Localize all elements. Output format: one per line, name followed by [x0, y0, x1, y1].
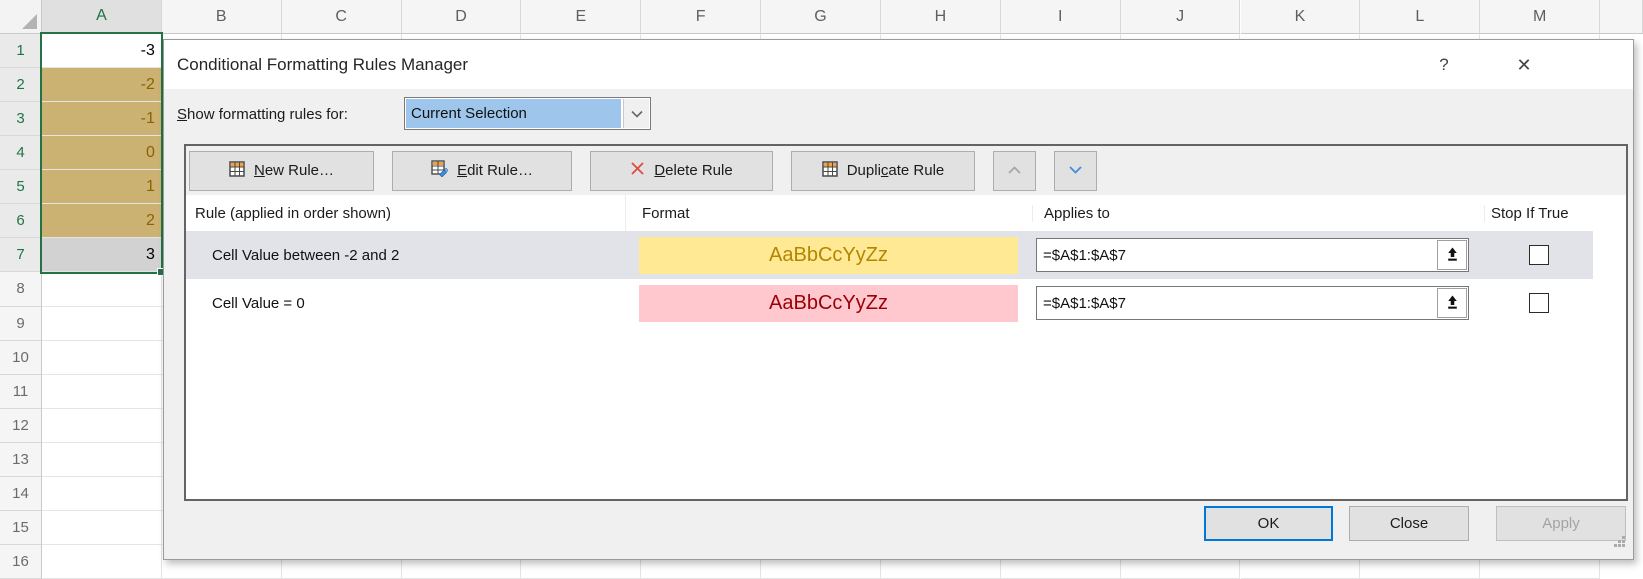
cell-A2[interactable]: -2 [42, 68, 162, 102]
table-icon [229, 161, 245, 181]
row-header-9[interactable]: 9 [0, 307, 42, 341]
help-button[interactable]: ? [1428, 49, 1460, 81]
column-header-B[interactable]: B [162, 0, 282, 34]
row-header-1[interactable]: 1 [0, 34, 42, 68]
apply-button[interactable]: Apply [1496, 506, 1626, 541]
applies-to-input[interactable]: =$A$1:$A$7 [1036, 286, 1469, 320]
applies-to-column-header: Applies to [1032, 205, 1484, 222]
dialog-titlebar[interactable]: Conditional Formatting Rules Manager [164, 40, 1633, 89]
rules-toolbar: New Rule… Edit Rule… Delete Rule Duplica… [186, 146, 1626, 195]
chevron-up-icon [1007, 162, 1022, 179]
column-header-H[interactable]: H [881, 0, 1001, 34]
column-header-M[interactable]: M [1480, 0, 1600, 34]
column-header-K[interactable]: K [1241, 0, 1361, 34]
rule-description: Cell Value between -2 and 2 [186, 247, 626, 264]
delete-rule-button[interactable]: Delete Rule [590, 151, 773, 191]
row-header-5[interactable]: 5 [0, 170, 42, 204]
cell-A12[interactable] [42, 409, 162, 443]
stop-if-true-checkbox[interactable] [1529, 293, 1549, 313]
column-header-J[interactable]: J [1121, 0, 1241, 34]
row-header-4[interactable]: 4 [0, 136, 42, 170]
cell-A9[interactable] [42, 307, 162, 341]
select-all-corner[interactable] [0, 0, 42, 34]
row-header-2[interactable]: 2 [0, 68, 42, 102]
row-header-3[interactable]: 3 [0, 102, 42, 136]
cell-A15[interactable] [42, 511, 162, 545]
column-header-I[interactable]: I [1001, 0, 1121, 34]
cell-A6[interactable]: 2 [42, 204, 162, 238]
row-header-12[interactable]: 12 [0, 409, 42, 443]
column-header-G[interactable]: G [761, 0, 881, 34]
rule-description: Cell Value = 0 [186, 295, 626, 312]
column-header-extra [1600, 0, 1643, 34]
ok-button[interactable]: OK [1204, 506, 1333, 541]
cell-A11[interactable] [42, 375, 162, 409]
range-picker-button[interactable] [1437, 288, 1467, 318]
delete-x-icon [630, 161, 645, 180]
row-header-11[interactable]: 11 [0, 375, 42, 409]
cell-A1[interactable]: -3 [42, 34, 162, 68]
stop-if-true-checkbox[interactable] [1529, 245, 1549, 265]
cf-rules-manager-dialog: Conditional Formatting Rules Manager ? ✕… [163, 39, 1634, 560]
close-button[interactable]: Close [1349, 506, 1469, 541]
cell-A5[interactable]: 1 [42, 170, 162, 204]
cell-A8[interactable] [42, 272, 162, 306]
applies-to-input[interactable]: =$A$1:$A$7 [1036, 238, 1469, 272]
row-header-14[interactable]: 14 [0, 477, 42, 511]
rules-list-box: New Rule… Edit Rule… Delete Rule Duplica… [184, 144, 1628, 501]
cell-A4[interactable]: 0 [42, 136, 162, 170]
cell-A13[interactable] [42, 443, 162, 477]
cell-A7[interactable]: 3 [42, 238, 162, 272]
resize-grip[interactable] [1613, 535, 1626, 553]
rule-row[interactable]: Cell Value = 0 AaBbCcYyZz =$A$1:$A$7 [186, 279, 1593, 327]
cell-A3[interactable]: -1 [42, 102, 162, 136]
format-preview: AaBbCcYyZz [639, 285, 1018, 322]
collapse-dialog-icon [1445, 246, 1460, 265]
rule-row[interactable]: Cell Value between -2 and 2 AaBbCcYyZz =$A… [186, 231, 1593, 279]
chevron-down-icon[interactable] [623, 99, 649, 128]
rules-column-headers: Rule (applied in order shown) Format App… [186, 195, 1626, 231]
row-header-16[interactable]: 16 [0, 545, 42, 579]
column-header-E[interactable]: E [521, 0, 641, 34]
move-rule-up-button[interactable] [993, 151, 1036, 191]
dialog-title: Conditional Formatting Rules Manager [177, 55, 468, 75]
edit-rule-button[interactable]: Edit Rule… [392, 151, 572, 191]
row-header-6[interactable]: 6 [0, 204, 42, 238]
column-header-C[interactable]: C [282, 0, 402, 34]
row-header-15[interactable]: 15 [0, 511, 42, 545]
rules-rows: Cell Value between -2 and 2 AaBbCcYyZz =$A… [186, 231, 1626, 327]
row-header-8[interactable]: 8 [0, 272, 42, 306]
column-header-D[interactable]: D [402, 0, 522, 34]
move-rule-down-button[interactable] [1054, 151, 1097, 191]
column-header-L[interactable]: L [1360, 0, 1480, 34]
new-rule-button[interactable]: New Rule… [189, 151, 374, 191]
rules-scope-select[interactable]: Current Selection [404, 97, 651, 130]
column-header-A[interactable]: A [42, 0, 162, 34]
rules-scope-value: Current Selection [406, 99, 621, 128]
cell-A16[interactable] [42, 545, 162, 579]
select-all-triangle-icon [22, 14, 37, 29]
row-header-13[interactable]: 13 [0, 443, 42, 477]
applies-to-value: =$A$1:$A$7 [1037, 295, 1436, 312]
range-picker-button[interactable] [1437, 240, 1467, 270]
chevron-down-icon [1068, 162, 1083, 179]
collapse-dialog-icon [1445, 294, 1460, 313]
format-column-header: Format [626, 205, 1032, 222]
rule-column-header: Rule (applied in order shown) [186, 195, 626, 231]
table-icon [822, 161, 838, 181]
duplicate-rule-button[interactable]: Duplicate Rule [791, 151, 975, 191]
applies-to-value: =$A$1:$A$7 [1037, 247, 1436, 264]
cell-A10[interactable] [42, 341, 162, 375]
row-header-7[interactable]: 7 [0, 238, 42, 272]
row-header-10[interactable]: 10 [0, 341, 42, 375]
column-header-F[interactable]: F [641, 0, 761, 34]
excel-window: -3-2-10123ABCDEFGHIJKLM12345678910111213… [0, 0, 1643, 579]
cell-A14[interactable] [42, 477, 162, 511]
show-rules-for-label: Show formatting rules for: [177, 106, 348, 123]
stop-if-true-column-header: Stop If True [1484, 205, 1626, 222]
table-edit-icon [431, 160, 448, 181]
format-preview: AaBbCcYyZz [639, 237, 1018, 274]
close-icon[interactable]: ✕ [1508, 49, 1540, 81]
